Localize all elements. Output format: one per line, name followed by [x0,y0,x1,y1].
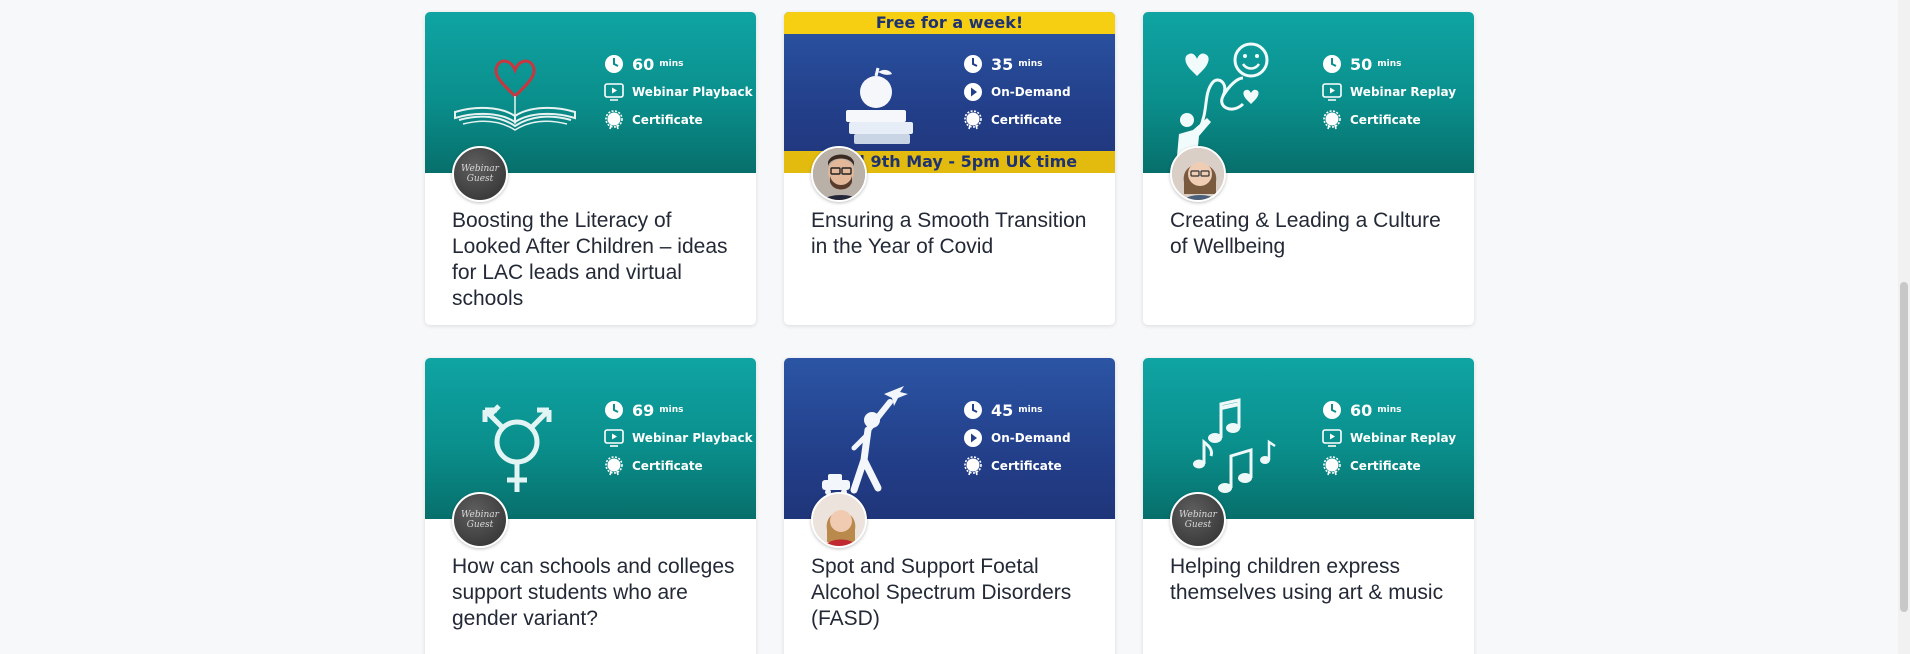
duration-value: 50 [1350,54,1373,74]
duration-value: 60 [1350,400,1373,420]
presenter-avatar: Webinar Guest [452,492,508,548]
wellbeing-icon [1177,42,1269,156]
play-icon [962,81,984,103]
video-icon [1321,81,1343,103]
duration-value: 35 [991,54,1014,74]
duration-value: 60 [632,54,655,74]
course-title[interactable]: Spot and Support Foetal Alcohol Spectrum… [811,554,1101,632]
course-title[interactable]: Helping children express themselves usin… [1170,554,1460,606]
certificate-label: Certificate [991,459,1062,473]
format-label: Webinar Playback [632,85,753,99]
certificate-label: Certificate [1350,459,1421,473]
certificate-label: Certificate [632,113,703,127]
course-card[interactable]: 69 mins Webinar Playback Certificate Web… [425,358,756,654]
certificate-label: Certificate [632,459,703,473]
apple-books-icon [846,67,913,144]
woman-red-photo-icon [813,494,865,546]
course-meta: 69 mins Webinar Playback Certificate [603,396,753,480]
duration-value: 69 [632,400,655,420]
certificate-icon [962,109,984,131]
clock-icon [962,399,984,421]
course-meta: 35 mins On-Demand Certificate [962,50,1071,134]
course-card[interactable]: 60 mins Webinar Replay Certificate Webin… [1143,358,1474,654]
course-meta: 60 mins Webinar Playback Certificate [603,50,753,134]
course-title[interactable]: How can schools and colleges support stu… [452,554,742,632]
format-label: Webinar Replay [1350,431,1457,445]
certificate-icon [603,455,625,477]
page-scrollbar[interactable] [1898,0,1910,654]
duration-unit: mins [1018,405,1043,415]
course-card[interactable]: 50 mins Webinar Replay Certificate Creat… [1143,12,1474,325]
duration-unit: mins [1018,59,1043,69]
format-label: Webinar Replay [1350,85,1457,99]
course-meta: 50 mins Webinar Replay Certificate [1321,50,1456,134]
presenter-avatar [1170,146,1226,202]
presenter-avatar: Webinar Guest [452,146,508,202]
course-card[interactable]: 45 mins On-Demand Certificate Spot and S… [784,358,1115,654]
course-title[interactable]: Ensuring a Smooth Transition in the Year… [811,208,1101,260]
presenter-avatar [811,492,867,548]
scrollbar-thumb[interactable] [1900,282,1908,612]
woman-photo-icon [1172,148,1224,200]
certificate-icon [962,455,984,477]
video-icon [603,81,625,103]
book-heart-icon [454,59,576,131]
course-meta: 60 mins Webinar Replay Certificate [1321,396,1456,480]
certificate-icon [1321,455,1343,477]
duration-unit: mins [659,59,684,69]
course-card[interactable]: Free for a week! Until 9th May - 5pm UK … [784,12,1115,325]
certificate-label: Certificate [1350,113,1421,127]
course-card[interactable]: 60 mins Webinar Playback Certificate Web… [425,12,756,325]
duration-unit: mins [659,405,684,415]
course-title[interactable]: Creating & Leading a Culture of Wellbein… [1170,208,1460,260]
clock-icon [1321,53,1343,75]
presenter-avatar [811,146,867,202]
format-label: Webinar Playback [632,431,753,445]
clock-icon [603,399,625,421]
man-photo-icon [813,148,865,200]
course-title[interactable]: Boosting the Literacy of Looked After Ch… [452,208,742,312]
certificate-icon [603,109,625,131]
music-notes-icon [1193,398,1276,493]
format-label: On-Demand [991,431,1071,445]
duration-value: 45 [991,400,1014,420]
transgender-symbol-icon [482,404,552,492]
play-icon [962,427,984,449]
certificate-icon [1321,109,1343,131]
format-label: On-Demand [991,85,1071,99]
duration-unit: mins [1377,59,1402,69]
clock-icon [603,53,625,75]
duration-unit: mins [1377,405,1402,415]
course-meta: 45 mins On-Demand Certificate [962,396,1071,480]
video-icon [1321,427,1343,449]
video-icon [603,427,625,449]
clock-icon [962,53,984,75]
certificate-label: Certificate [991,113,1062,127]
child-plane-icon [822,386,908,495]
clock-icon [1321,399,1343,421]
promo-banner: Free for a week! [784,12,1115,34]
presenter-avatar: Webinar Guest [1170,492,1226,548]
